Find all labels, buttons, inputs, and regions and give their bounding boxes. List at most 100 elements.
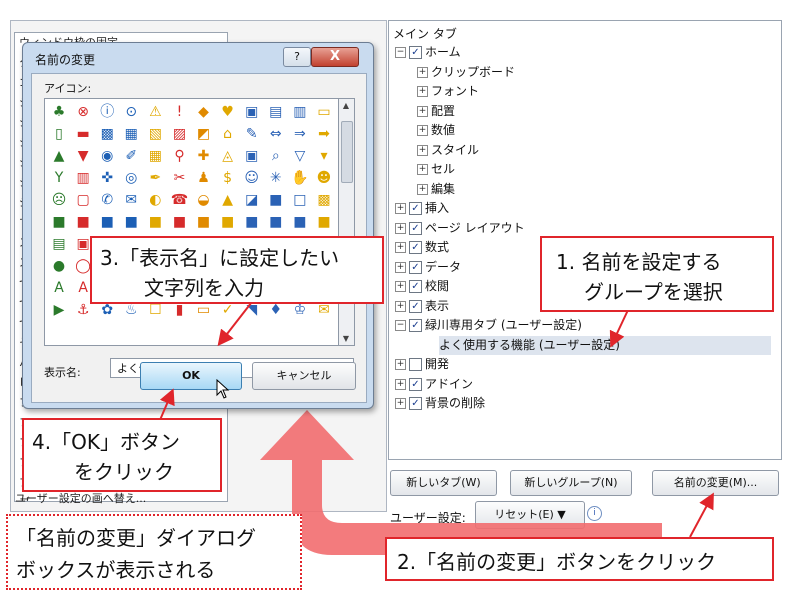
tree-row[interactable]: + ✓ データ [395,258,461,277]
tree-row[interactable]: + ✓ ページ レイアウト [395,219,525,238]
icon-choice[interactable]: ! [167,101,191,123]
icon-choice[interactable]: ▥ [288,101,312,123]
collapse-icon[interactable]: − [395,47,406,58]
icon-choice[interactable]: ■ [240,211,264,233]
icon-choice[interactable]: ✒ [143,167,167,189]
icon-choice[interactable]: ◒ [192,189,216,211]
icon-choice[interactable]: ■ [143,211,167,233]
tree-row[interactable]: + 配置 [417,102,455,121]
icon-choice[interactable]: ■ [119,211,143,233]
expand-icon[interactable]: + [395,261,406,273]
icon-choice[interactable]: ☻ [312,167,336,189]
icon-choice[interactable]: ◪ [240,189,264,211]
tab-checkbox[interactable]: ✓ [409,299,422,313]
tree-row[interactable]: − ✓ ホーム [395,43,461,62]
icon-choice[interactable]: $ [216,167,240,189]
tree-row[interactable]: + ✓ 表示 [395,297,449,316]
icon-choice[interactable]: ■ [288,211,312,233]
icon-choice[interactable]: ■ [47,211,71,233]
icon-choice[interactable]: ⊗ [71,101,95,123]
tree-row[interactable]: + 開発 [395,355,449,374]
icon-choice[interactable]: ⇔ [264,123,288,145]
tree-row[interactable]: + クリップボード [417,63,515,82]
icon-choice[interactable]: ▶ [47,299,71,321]
close-button[interactable]: X [311,47,359,67]
icon-choice[interactable]: ▧ [143,123,167,145]
tab-checkbox[interactable]: ✓ [409,280,422,293]
tree-row[interactable]: − ✓ 緑川専用タブ (ユーザー設定) [395,316,582,335]
icon-choice[interactable]: ✜ [95,167,119,189]
expand-icon[interactable]: + [417,164,428,175]
expand-icon[interactable]: + [395,378,406,390]
icon-choice[interactable]: ● [47,255,71,277]
tab-checkbox[interactable]: ✓ [409,377,422,391]
icon-choice[interactable]: ◆ [192,101,216,123]
icon-choice[interactable]: A [47,277,71,299]
tab-checkbox[interactable]: ✓ [409,202,422,215]
icon-picker-grid[interactable]: ♣ ⊗ ⓘ ⊙ ⚠! ◆ ♥ ▣ ▤ ▥ ▭ ▯ ▬ ▩ ▦ ▧ ▨ ◩ ⌂ ✎ ⇔ ⇒ ➡ ▲ ▼ ◉ ✐ ▦ ⚲ ✚ ◬ ▣ ⌕ ▽ ▾ Y ▥ ✜ ◎… [44,98,339,346]
icon-choice[interactable]: ▭ [312,101,336,123]
icon-choice[interactable]: ⓘ [95,101,119,123]
icon-choice[interactable]: ▤ [264,101,288,123]
expand-icon[interactable]: + [395,242,406,253]
reset-customizations-link[interactable]: ユーザー設定の画へ替え... [15,490,146,506]
expand-icon[interactable]: + [395,281,406,292]
icon-choice[interactable]: ▯ [47,123,71,145]
tree-row[interactable]: + ✓ 挿入 [395,199,449,218]
tab-checkbox[interactable]: ✓ [409,46,422,59]
icon-choice[interactable]: ▩ [95,123,119,145]
expand-icon[interactable]: + [417,66,428,78]
scroll-up-icon[interactable]: ▲ [341,101,351,110]
expand-icon[interactable]: + [417,105,428,117]
icon-choice[interactable]: ⊙ [119,101,143,123]
expand-icon[interactable]: + [417,86,428,97]
icon-choice[interactable]: ✋ [288,167,312,189]
tree-row[interactable]: + セル [417,160,455,179]
icon-choice[interactable]: ♣ [47,101,71,123]
icon-choice[interactable]: ■ [71,211,95,233]
tree-row[interactable]: + ✓ アドイン [395,375,473,394]
icon-choice[interactable]: ■ [264,211,288,233]
icon-choice[interactable]: ▨ [167,123,191,145]
scroll-down-icon[interactable]: ▼ [341,334,351,343]
icon-choice[interactable]: ⌕ [264,145,288,167]
expand-icon[interactable]: + [417,144,428,156]
icon-choice[interactable]: ◬ [216,145,240,167]
tree-row[interactable]: + スタイル [417,141,479,160]
icon-choice[interactable]: ⚲ [167,145,191,167]
icon-choice[interactable]: ▼ [71,145,95,167]
icon-choice[interactable]: ◩ [192,123,216,145]
icon-choice[interactable]: ▦ [143,145,167,167]
tab-checkbox[interactable]: ✓ [409,319,422,332]
tree-row[interactable]: + フォント [417,82,479,101]
icon-choice[interactable]: ✐ [119,145,143,167]
icon-choice[interactable]: ▣ [240,101,264,123]
icon-choice[interactable]: ▲ [47,145,71,167]
expand-icon[interactable]: + [395,300,406,312]
cancel-button[interactable]: キャンセル [252,362,356,390]
expand-icon[interactable]: + [395,203,406,214]
expand-icon[interactable]: + [417,125,428,136]
scroll-thumb[interactable] [341,121,353,183]
icon-choice[interactable]: ■ [192,211,216,233]
icon-choice[interactable]: ■ [216,211,240,233]
tab-checkbox[interactable]: ✓ [409,241,422,254]
expand-icon[interactable]: + [395,359,406,370]
icon-choice[interactable]: ◎ [119,167,143,189]
icon-choice[interactable]: ▥ [71,167,95,189]
icon-choice[interactable]: ✳ [264,167,288,189]
icon-choice[interactable]: ✉ [119,189,143,211]
icon-choice[interactable]: ☺ [240,167,264,189]
icon-choice[interactable]: ⇒ [288,123,312,145]
icon-choice[interactable]: ▩ [312,189,336,211]
icon-choice[interactable]: ▬ [71,123,95,145]
tab-checkbox[interactable] [409,358,422,371]
icon-choice[interactable]: ◉ [95,145,119,167]
icon-choice[interactable]: ✎ [240,123,264,145]
icon-choice[interactable]: ✂ [167,167,191,189]
icon-choice[interactable]: ■ [264,189,288,211]
icon-choice[interactable]: ✚ [192,145,216,167]
icon-choice[interactable]: ▢ [71,189,95,211]
icon-choice[interactable]: ☎ [167,189,191,211]
icon-choice[interactable]: Y [47,167,71,189]
